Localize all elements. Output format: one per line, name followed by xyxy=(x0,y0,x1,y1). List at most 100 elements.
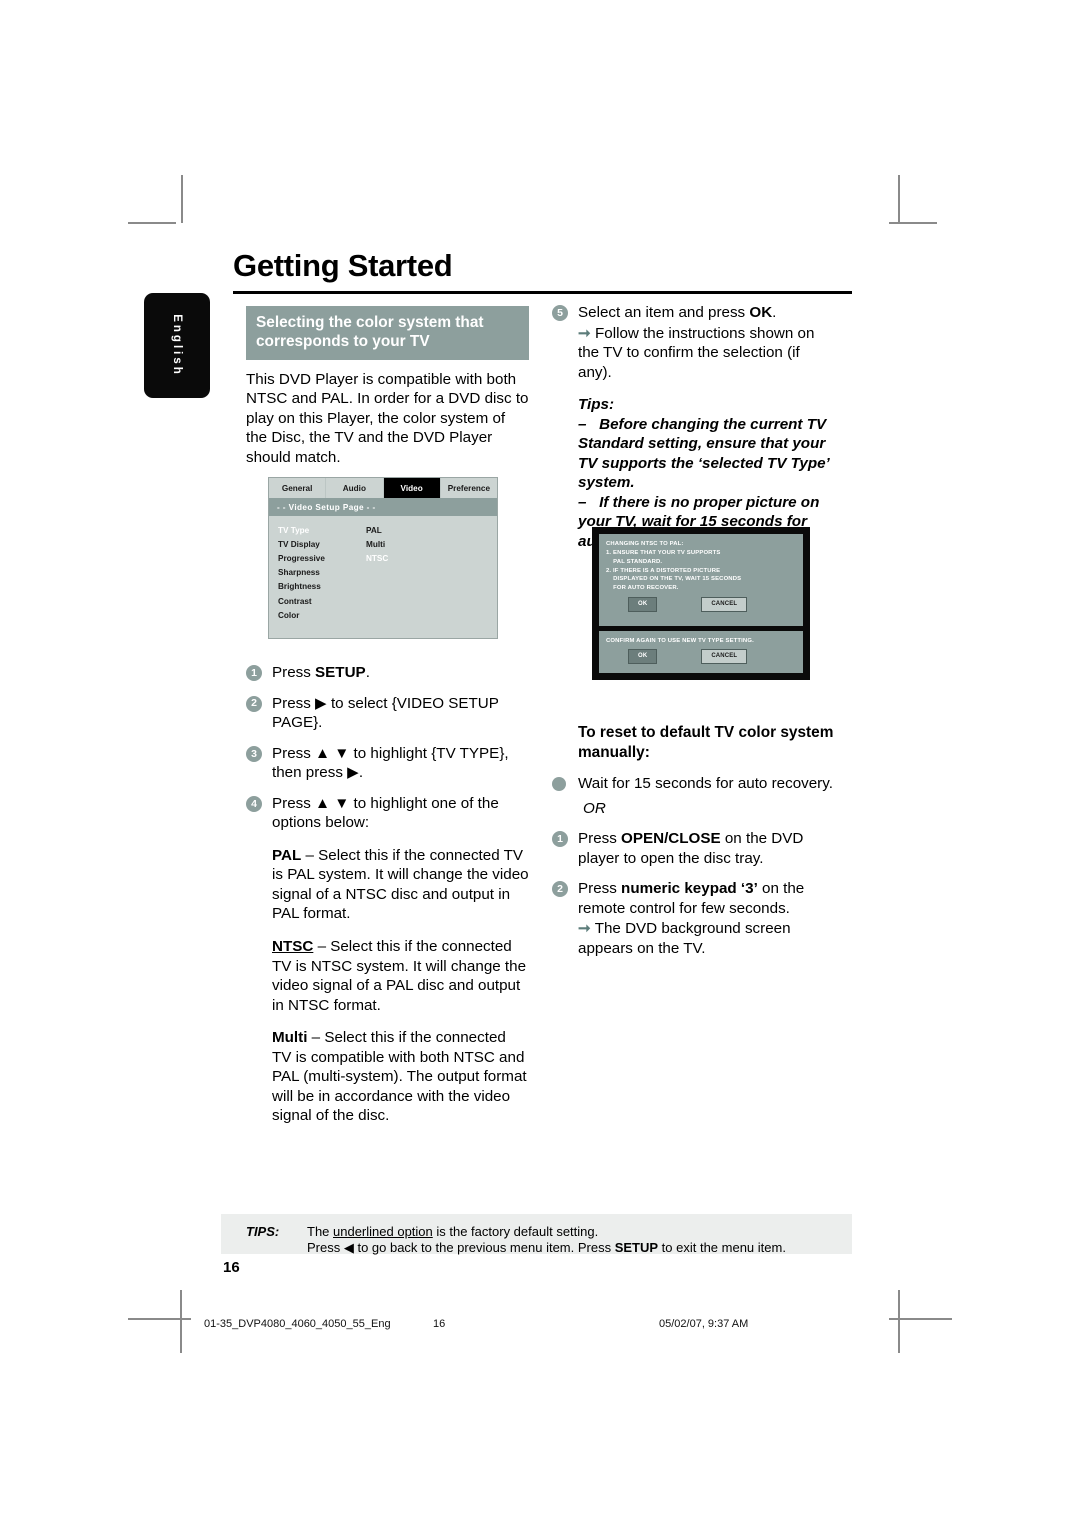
menu-body: TV Type PAL TV Display Multi Progressive… xyxy=(269,516,497,645)
step-number: 2 xyxy=(552,881,568,898)
reset-bullet-text: Wait for 15 seconds for auto recovery. xyxy=(578,774,833,792)
crop-mark-top-right-horizontal xyxy=(889,222,937,224)
step-4: 4 Press ▲ ▼ to highlight one of the opti… xyxy=(246,794,529,833)
tips-footer-label: TIPS: xyxy=(246,1224,280,1239)
step-number: 1 xyxy=(552,831,568,848)
step-5-detail: Follow the instructions shown on the TV … xyxy=(578,324,815,381)
tips-line1-underlined: underlined option xyxy=(333,1224,433,1239)
crop-mark-top-left-horizontal xyxy=(128,222,176,224)
tv-warning-line: 1. ENSURE THAT YOUR TV SUPPORTS xyxy=(606,549,721,556)
step-text: Press SETUP. xyxy=(272,664,370,682)
tv-confirm-line: CONFIRM AGAIN TO USE NEW TV TYPE SETTING… xyxy=(606,638,754,644)
menu-row-brightness[interactable]: Brightness xyxy=(269,580,497,594)
step-3: 3 Press ▲ ▼ to highlight {TV TYPE}, then… xyxy=(246,744,529,783)
bullet-icon xyxy=(552,776,566,791)
left-column: Selecting the color system that correspo… xyxy=(246,306,529,1126)
option-multi: Multi – Select this if the connected TV … xyxy=(246,1028,529,1126)
reset-step-1: 1 Press OPEN/CLOSE on the DVD player to … xyxy=(552,829,835,868)
tips-footer-box: TIPS: The underlined option is the facto… xyxy=(221,1214,852,1256)
section-heading: Selecting the color system that correspo… xyxy=(246,306,529,360)
menu-row-tv-display[interactable]: TV Display Multi xyxy=(269,537,497,551)
setup-menu-tabs: General Audio Video Preference xyxy=(269,478,497,498)
step-1: 1 Press SETUP. xyxy=(246,663,529,683)
menu-item-label: Brightness xyxy=(278,582,321,592)
tip-1: – Before changing the current TV Standar… xyxy=(552,415,835,493)
menu-item-label: Color xyxy=(278,610,300,620)
reset-arrow-text: The DVD background screen appears on the… xyxy=(578,920,791,957)
option-text: – Select this if the connected TV is PAL… xyxy=(272,846,529,923)
crop-mark-bottom-left-vertical xyxy=(180,1290,182,1353)
tips-line2-pre: Press ◀ to go back to the previous menu … xyxy=(307,1240,615,1255)
print-footer-timestamp: 05/02/07, 9:37 AM xyxy=(659,1318,749,1330)
print-footer-page: 16 xyxy=(433,1318,446,1330)
tips-footer-line-1: The underlined option is the factory def… xyxy=(307,1224,598,1239)
tv-ok-button[interactable]: OK xyxy=(628,648,658,664)
step-text: Press ▲ ▼ to highlight {TV TYPE}, then p… xyxy=(272,744,509,782)
option-name: NTSC xyxy=(272,938,314,955)
option-ntsc: NTSC – Select this if the connected TV i… xyxy=(246,937,529,1015)
menu-item-label: Progressive xyxy=(278,553,325,563)
option-name: Multi xyxy=(272,1029,308,1047)
language-tab: English xyxy=(144,293,210,398)
step-number: 2 xyxy=(246,695,262,712)
option-text: – Select this if the connected TV is com… xyxy=(272,1029,527,1125)
arrow-icon: ➞ xyxy=(578,920,591,938)
tips-line1-post: is the factory default setting. xyxy=(432,1224,599,1239)
tip-dash: – xyxy=(578,493,600,511)
menu-row-progressive[interactable]: Progressive NTSC xyxy=(269,551,497,565)
option-pal: PAL – Select this if the connected TV is… xyxy=(246,846,529,924)
page-title: Getting Started xyxy=(233,248,453,283)
step-text: Select an item and press OK. xyxy=(578,304,777,321)
menu-tab-general[interactable]: General xyxy=(269,478,327,498)
tv-cancel-button[interactable]: CANCEL xyxy=(701,648,748,664)
tv-cancel-button[interactable]: CANCEL xyxy=(701,597,748,613)
step-number: 5 xyxy=(552,305,568,321)
title-rule xyxy=(233,291,852,294)
menu-tab-video[interactable]: Video xyxy=(383,478,441,498)
tv-warning-line: CHANGING NTSC TO PAL: xyxy=(606,541,684,547)
menu-tab-preference[interactable]: Preference xyxy=(441,478,497,498)
menu-row-color[interactable]: Color xyxy=(269,608,497,622)
tv-warning-buttons: OK CANCEL xyxy=(606,597,796,613)
step-number: 3 xyxy=(246,745,262,762)
crop-mark-top-right-vertical xyxy=(898,175,900,223)
menu-row-sharpness[interactable]: Sharpness xyxy=(269,566,497,580)
tv-warning-line: PAL STANDARD. xyxy=(606,558,663,565)
menu-item-label: TV Display xyxy=(278,539,320,549)
menu-row-contrast[interactable]: Contrast xyxy=(269,594,497,608)
reset-heading: To reset to default TV color system manu… xyxy=(578,724,834,762)
tv-warning-line: DISPLAYED ON THE TV, WAIT 15 SECONDS xyxy=(606,576,742,583)
menu-tab-audio[interactable]: Audio xyxy=(326,478,384,498)
menu-value-multi[interactable]: Multi xyxy=(366,540,385,549)
step-text: Press ▶ to select {VIDEO SETUP PAGE}. xyxy=(272,694,499,732)
tips-footer-line-2: Press ◀ to go back to the previous menu … xyxy=(307,1240,786,1256)
tips-line2-bold: SETUP xyxy=(614,1240,659,1255)
step-text: Press OPEN/CLOSE on the DVD player to op… xyxy=(578,830,804,867)
dvd-setup-menu-screenshot: General Audio Video Preference - - Video… xyxy=(268,477,498,639)
intro-paragraph: This DVD Player is compatible with both … xyxy=(246,370,529,466)
menu-value-pal[interactable]: PAL xyxy=(366,526,382,535)
tips-line1-pre: The xyxy=(307,1224,334,1239)
menu-row-tv-type[interactable]: TV Type PAL xyxy=(269,523,497,537)
tv-warning-panel-primary: CHANGING NTSC TO PAL: 1. ENSURE THAT YOU… xyxy=(599,534,803,626)
step-number: 4 xyxy=(246,795,262,812)
menu-item-label: TV Type xyxy=(278,525,310,535)
tips-line2-post: to exit the menu item. xyxy=(658,1240,786,1255)
tip-text: Before changing the current TV Standard … xyxy=(578,415,830,492)
tv-confirm-buttons: OK CANCEL xyxy=(606,648,796,664)
step-text: Press ▲ ▼ to highlight one of the option… xyxy=(272,794,499,832)
tv-warning-line: FOR AUTO RECOVER. xyxy=(606,585,679,592)
or-label: OR xyxy=(583,799,606,817)
print-footer-filename: 01-35_DVP4080_4060_4050_55_Eng xyxy=(204,1318,391,1330)
menu-item-label: Sharpness xyxy=(278,568,320,578)
menu-value-ntsc[interactable]: NTSC xyxy=(366,554,388,563)
tv-warning-screenshot: CHANGING NTSC TO PAL: 1. ENSURE THAT YOU… xyxy=(592,527,810,680)
tips-label: Tips: xyxy=(578,396,615,414)
reset-bullet-item: Wait for 15 seconds for auto recovery. xyxy=(552,774,835,794)
tv-ok-button[interactable]: OK xyxy=(628,597,658,613)
manual-page: Getting Started English Selecting the co… xyxy=(0,0,1080,1528)
tv-warning-panel-confirm: CONFIRM AGAIN TO USE NEW TV TYPE SETTING… xyxy=(599,631,803,673)
step-2: 2 Press ▶ to select {VIDEO SETUP PAGE}. xyxy=(246,694,529,733)
page-number: 16 xyxy=(223,1259,240,1276)
reset-step-2: 2 Press numeric keypad ‘3’ on the remote… xyxy=(552,879,835,958)
